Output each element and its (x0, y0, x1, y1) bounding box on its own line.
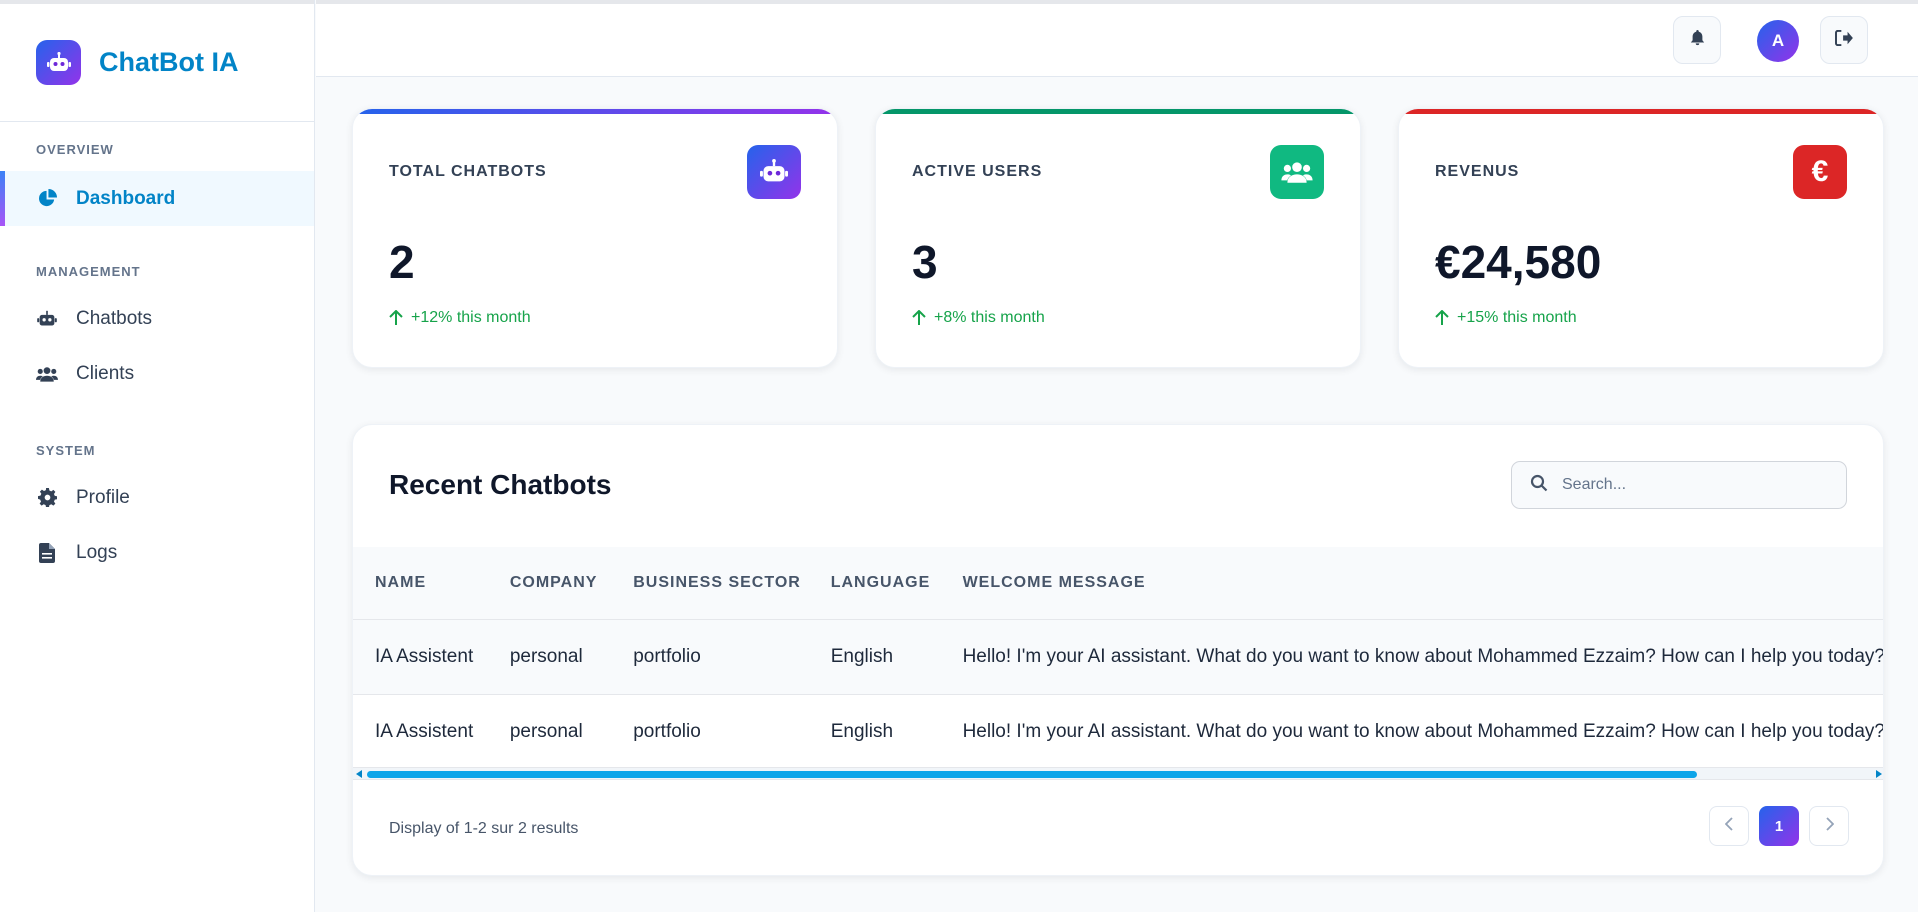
brand[interactable]: ChatBot IA (0, 0, 314, 122)
search-input[interactable] (1562, 476, 1832, 494)
stat-label: ACTIVE USERS (912, 163, 1043, 180)
sidebar-item-profile[interactable]: Profile (0, 470, 314, 525)
sidebar-item-clients[interactable]: Clients (0, 346, 314, 401)
nav-section-management: MANAGEMENT (36, 264, 141, 279)
scroll-right-arrow-icon[interactable] (1876, 770, 1882, 778)
stat-label: TOTAL CHATBOTS (389, 163, 547, 180)
stat-value: 3 (912, 236, 938, 288)
stat-card-active-users: ACTIVE USERS 3 +8% this month (875, 108, 1361, 368)
cell-sector: portfolio (633, 720, 701, 742)
cell-company: personal (509, 645, 583, 667)
cell-company: personal (509, 720, 583, 742)
recent-chatbots-panel: Recent Chatbots NAME COMPANY BUSINESS SE… (352, 424, 1884, 876)
pagination-summary: Display of 1-2 sur 2 results (389, 820, 579, 837)
table-footer: Display of 1-2 sur 2 results 1 (353, 779, 1883, 875)
arrow-up-icon (389, 310, 403, 325)
topbar: A (316, 0, 1918, 77)
sidebar: ChatBot IA OVERVIEW Dashboard MANAGEMENT… (0, 0, 315, 912)
chevron-left-icon (1724, 816, 1734, 836)
cell-welcome-message: Hello! I'm your AI assistant. What do yo… (962, 720, 1884, 742)
stat-value: €24,580 (1435, 236, 1602, 288)
users-icon (1270, 145, 1324, 199)
column-header-name[interactable]: NAME (353, 547, 488, 619)
robot-icon (36, 308, 58, 330)
stat-trend-text: +12% this month (411, 309, 531, 326)
stat-card-total-chatbots: TOTAL CHATBOTS 2 +12% this month (352, 108, 838, 368)
nav-section-overview: OVERVIEW (36, 142, 114, 157)
avatar[interactable]: A (1757, 20, 1799, 62)
cell-name: IA Assistent (375, 720, 474, 742)
table-scroll-area[interactable]: NAME COMPANY BUSINESS SECTOR LANGUAGE WE… (353, 547, 1884, 769)
table-row[interactable]: IA Assistent personal portfolio English … (353, 694, 1884, 769)
sidebar-item-chatbots[interactable]: Chatbots (0, 291, 314, 346)
horizontal-scrollbar[interactable] (353, 767, 1883, 779)
stat-trend-text: +15% this month (1457, 309, 1577, 326)
sidebar-item-label: Profile (76, 486, 130, 508)
scroll-thumb[interactable] (367, 771, 1697, 778)
logout-icon (1835, 29, 1853, 51)
card-accent-bar (1399, 109, 1883, 114)
arrow-up-icon (912, 310, 926, 325)
cell-language: English (830, 645, 894, 667)
search-icon (1530, 474, 1548, 497)
search-box[interactable] (1511, 461, 1847, 509)
column-header-welcome-message[interactable]: WELCOME MESSAGE (941, 547, 1883, 619)
sidebar-item-dashboard[interactable]: Dashboard (0, 171, 314, 226)
sidebar-item-label: Logs (76, 541, 118, 563)
stat-trend: +15% this month (1435, 309, 1577, 327)
robot-icon (36, 40, 81, 85)
sidebar-item-logs[interactable]: Logs (0, 525, 314, 580)
card-accent-bar (876, 109, 1360, 114)
robot-icon (747, 145, 801, 199)
arrow-up-icon (1435, 310, 1449, 325)
panel-title: Recent Chatbots (389, 469, 612, 500)
bell-icon (1690, 29, 1705, 51)
logout-button[interactable] (1820, 16, 1868, 64)
euro-icon: € (1793, 145, 1847, 199)
notifications-button[interactable] (1673, 16, 1721, 64)
cell-name: IA Assistent (375, 645, 474, 667)
cell-welcome-message: Hello! I'm your AI assistant. What do yo… (962, 645, 1884, 667)
column-header-company[interactable]: COMPANY (488, 547, 611, 619)
stat-label: REVENUS (1435, 163, 1520, 180)
sidebar-item-label: Chatbots (76, 307, 153, 329)
sidebar-item-label: Clients (76, 362, 135, 384)
cell-sector: portfolio (633, 645, 701, 667)
sidebar-item-label: Dashboard (76, 187, 176, 209)
card-accent-bar (353, 109, 837, 114)
table-row[interactable]: IA Assistent personal portfolio English … (353, 619, 1884, 694)
stat-value: 2 (389, 236, 415, 288)
users-icon (36, 363, 58, 385)
prev-page-button[interactable] (1709, 806, 1749, 846)
nav-section-system: SYSTEM (36, 443, 96, 458)
next-page-button[interactable] (1809, 806, 1849, 846)
chatbots-table: NAME COMPANY BUSINESS SECTOR LANGUAGE WE… (353, 547, 1884, 769)
pie-chart-icon (36, 188, 58, 210)
table-header-row: NAME COMPANY BUSINESS SECTOR LANGUAGE WE… (353, 547, 1883, 619)
scroll-left-arrow-icon[interactable] (356, 770, 362, 778)
stat-trend: +12% this month (389, 309, 531, 327)
column-header-language[interactable]: LANGUAGE (809, 547, 941, 619)
stat-trend-text: +8% this month (934, 309, 1045, 326)
cell-language: English (830, 720, 894, 742)
gear-icon (36, 487, 58, 509)
stat-trend: +8% this month (912, 309, 1045, 327)
file-icon (36, 542, 58, 564)
brand-name: ChatBot IA (99, 47, 239, 77)
stat-card-revenus: REVENUS € €24,580 +15% this month (1398, 108, 1884, 368)
chevron-right-icon (1825, 816, 1834, 836)
column-header-business-sector[interactable]: BUSINESS SECTOR (611, 547, 809, 619)
page-button-1[interactable]: 1 (1759, 806, 1799, 846)
